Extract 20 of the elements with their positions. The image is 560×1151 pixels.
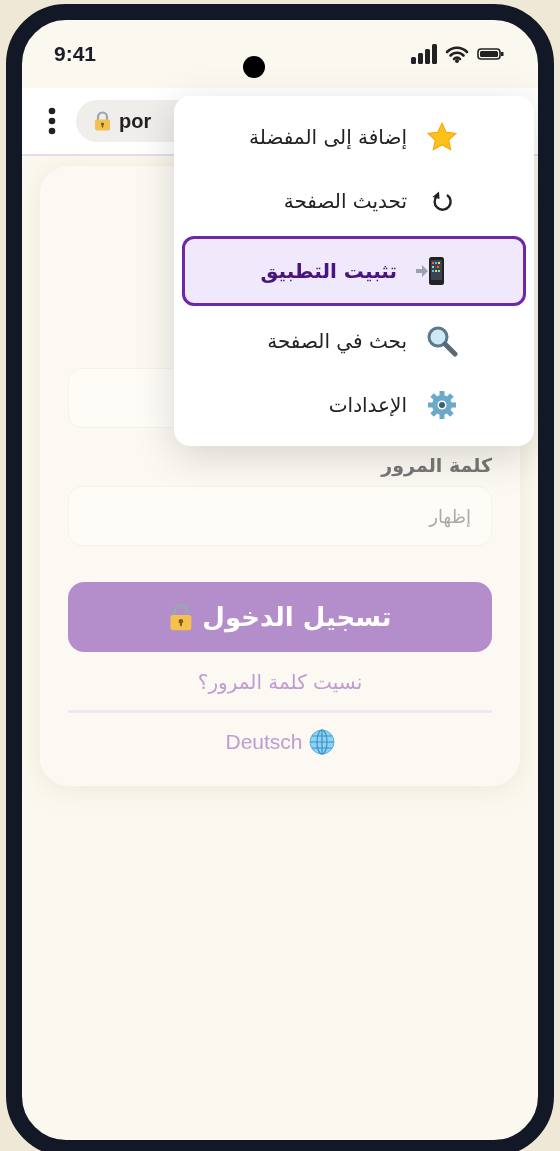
status-time: 9:41 xyxy=(54,42,97,66)
url-text: por xyxy=(119,109,152,133)
magnifier-icon xyxy=(426,325,458,357)
padlock-icon xyxy=(168,603,193,631)
wifi-icon xyxy=(445,45,469,63)
password-label: كلمة المرور xyxy=(379,454,492,476)
menu-item[interactable]: الإعدادات xyxy=(182,374,526,436)
menu-item[interactable]: تحديث الصفحة xyxy=(182,170,526,232)
menu-item[interactable]: تثبيت التطبيق xyxy=(182,236,526,306)
menu-item[interactable]: بحث في الصفحة xyxy=(182,310,526,372)
more-menu-icon[interactable] xyxy=(48,107,56,135)
star-icon xyxy=(426,122,458,152)
padlock-icon xyxy=(94,111,111,131)
camera-hole xyxy=(242,56,265,78)
globe-icon xyxy=(308,729,335,755)
signal-icon xyxy=(411,44,437,64)
refresh-icon xyxy=(431,189,453,213)
menu-item[interactable]: إضافة إلى المفضلة xyxy=(182,106,526,168)
gear-icon xyxy=(427,390,457,420)
battery-icon xyxy=(477,48,504,60)
